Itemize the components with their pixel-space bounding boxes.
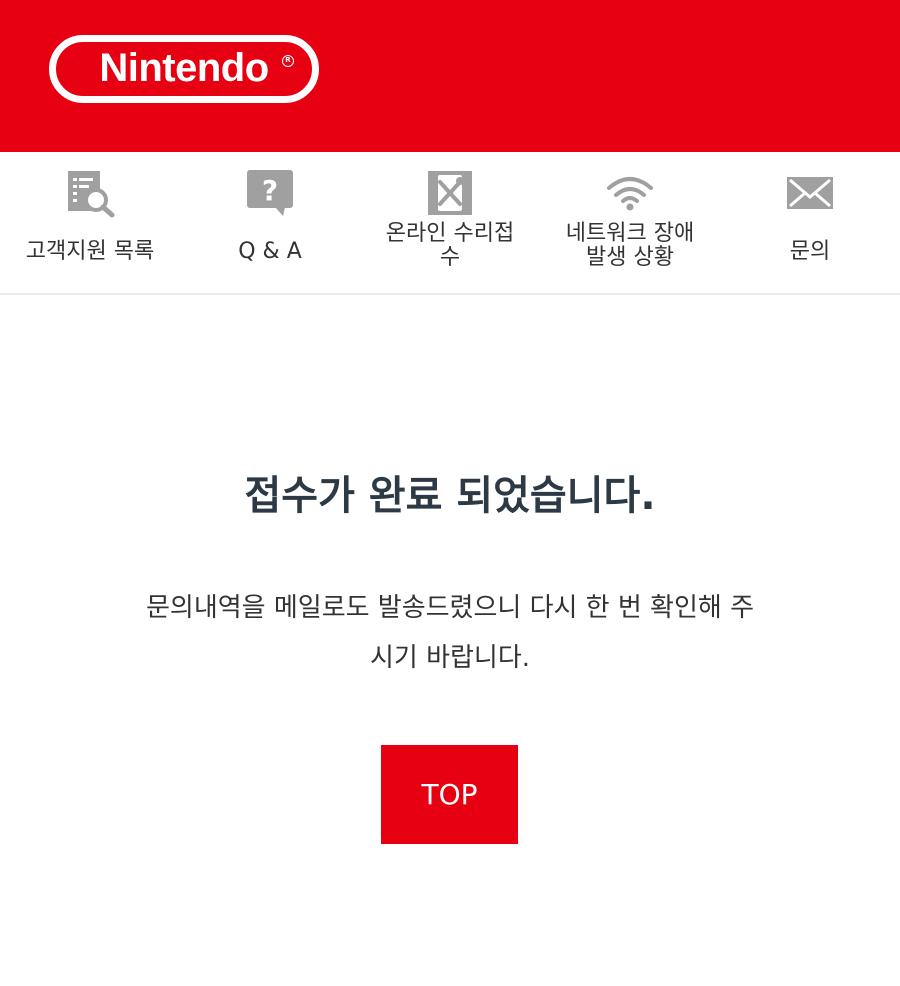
completion-message-line1: 문의내역을 메일로도 발송드렸으니 다시 한 번 확인해 주 [145,593,754,623]
wifi-icon [607,177,653,211]
nav-label-line1: 네트워크 장애 [565,221,695,246]
completion-message: 문의내역을 메일로도 발송드렸으니 다시 한 번 확인해 주 시기 바랍니다. [50,583,850,683]
nav-item-network-status[interactable]: 네트워크 장애 발생 상황 [540,152,720,293]
nav-item-support-list[interactable]: 고객지원 목록 [0,152,180,293]
nav-label-line2: 수 [439,245,461,270]
repair-tools-icon [428,171,472,215]
top-button[interactable]: TOP [381,745,518,844]
nav-label: Q & A [238,239,302,264]
registered-mark: R [282,55,294,67]
brand-name: Nintendo [99,46,269,90]
site-header: Nintendo R [0,0,900,152]
question-bubble-icon: ? [247,170,293,216]
document-search-icon [68,171,115,218]
nav-label: 고객지원 목록 [25,239,155,264]
svg-text:?: ? [262,174,278,207]
support-nav: 고객지원 목록 ? Q & A 온라인 수리접 수 네트워크 장애 발생 상황 … [0,152,900,295]
nintendo-logo[interactable]: Nintendo R [49,35,319,103]
nav-label-line1: 온라인 수리접 [385,221,515,246]
nav-item-contact[interactable]: 문의 [720,152,900,293]
nav-label-line2: 발생 상황 [586,245,674,270]
nav-item-online-repair[interactable]: 온라인 수리접 수 [360,152,540,293]
nav-label: 온라인 수리접 수 [370,222,530,270]
completion-message-line2: 시기 바랍니다. [369,643,531,673]
nav-label: 네트워크 장애 발생 상황 [550,222,710,270]
mail-icon [787,177,833,209]
completion-title: 접수가 완료 되었습니다. [244,473,656,519]
nav-label: 문의 [789,239,831,264]
nav-item-qa[interactable]: ? Q & A [180,152,360,293]
